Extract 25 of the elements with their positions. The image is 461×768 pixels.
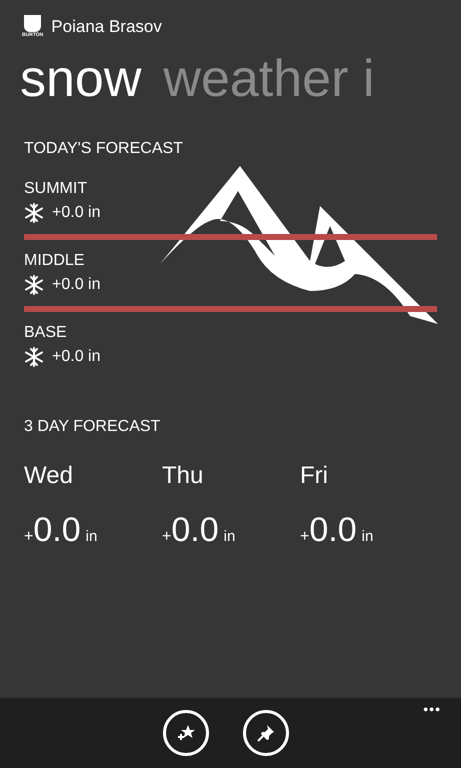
- location-title: Poiana Brasov: [51, 16, 162, 38]
- snow-amount: +0.0 in: [52, 275, 100, 295]
- star-plus-icon: [176, 723, 196, 743]
- day-name: Thu: [162, 461, 204, 491]
- snow-amount: +0.0 in: [52, 203, 100, 223]
- snow-forecast-value: +0.0 in: [300, 510, 374, 550]
- section-title: 3 DAY FORECAST: [24, 417, 162, 437]
- day-name: Fri: [300, 461, 329, 491]
- elevation-label: BASE: [24, 323, 68, 343]
- section-title: TODAY'S FORECAST: [24, 139, 184, 159]
- snowflake-icon: [24, 347, 44, 367]
- snowflake-icon: [24, 275, 44, 295]
- more-button[interactable]: •••: [423, 698, 441, 720]
- snow-amount: +0.0 in: [52, 347, 100, 367]
- pin-button[interactable]: [243, 710, 289, 756]
- elevation-label: MIDDLE: [24, 251, 86, 271]
- elevation-label: SUMMIT: [24, 179, 88, 199]
- snow-forecast-value: +0.0 in: [24, 510, 98, 550]
- favorite-button[interactable]: [163, 710, 209, 756]
- snow-forecast-value: +0.0 in: [162, 510, 236, 550]
- day-name: Wed: [24, 461, 74, 491]
- pushpin-icon: [256, 723, 276, 743]
- snowflake-icon: [24, 203, 44, 223]
- pivot-header[interactable]: snow: [20, 44, 142, 114]
- pivot-header[interactable]: weather i: [163, 44, 374, 114]
